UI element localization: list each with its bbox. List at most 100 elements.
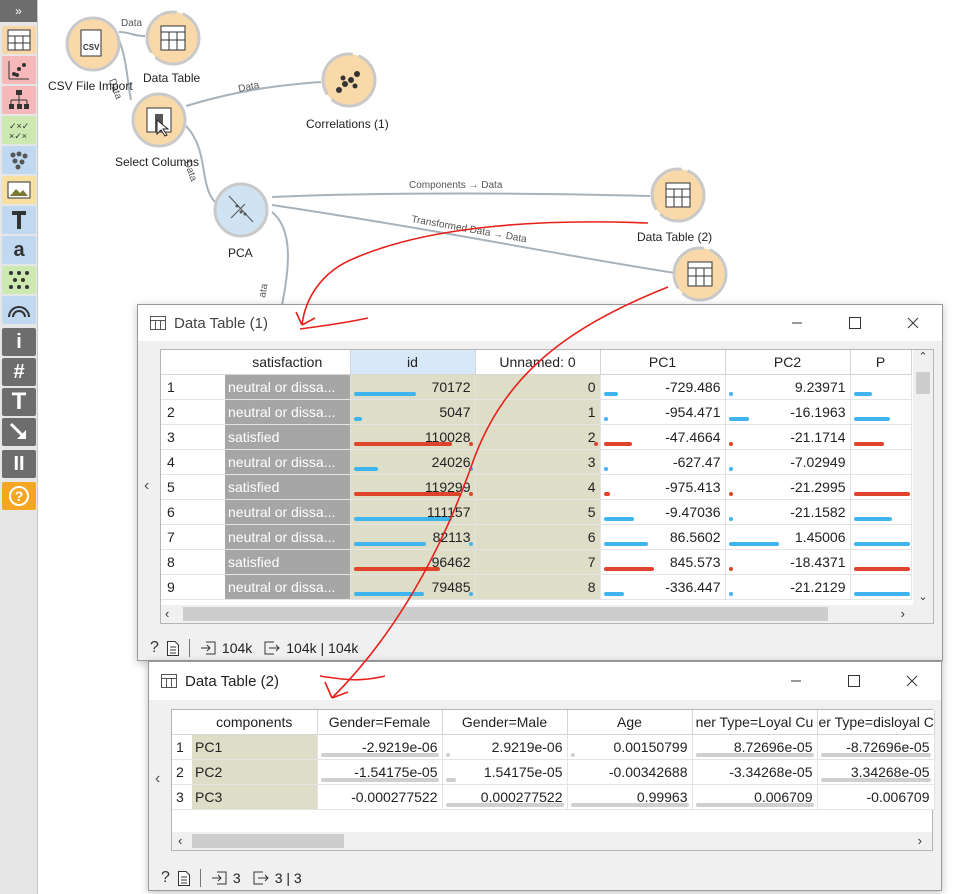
table-row[interactable]: 1 PC1 -2.9219e-06 2.9219e-06 0.00150799 … bbox=[172, 734, 935, 760]
data-table-1-titlebar[interactable]: Data Table (1) bbox=[138, 305, 942, 341]
link-label-pca-other: ata bbox=[257, 282, 270, 298]
data-table-1-window: Data Table (1) ‹ satisfaction id Unnamed… bbox=[137, 304, 943, 661]
scroll-right-icon[interactable]: › bbox=[918, 833, 922, 848]
window-table-icon bbox=[161, 674, 177, 688]
horizontal-scroll-thumb[interactable] bbox=[192, 834, 344, 848]
table-row[interactable]: 5 satisfied 119299 4 -975.413 -21.2995 bbox=[161, 474, 912, 500]
col-header[interactable]: id bbox=[350, 350, 476, 375]
network-icon[interactable] bbox=[2, 266, 36, 294]
word-icon[interactable]: a bbox=[2, 236, 36, 264]
data-table-2-titlebar[interactable]: Data Table (2) bbox=[149, 662, 941, 700]
scroll-down-icon[interactable]: ⌄ bbox=[913, 590, 933, 603]
data-grid[interactable]: components Gender=Female Gender=Male Age… bbox=[171, 709, 935, 851]
col-header[interactable]: PC2 bbox=[725, 350, 851, 375]
arrow-tool-icon[interactable] bbox=[2, 418, 36, 446]
close-button[interactable] bbox=[883, 662, 941, 700]
node-correlations bbox=[321, 52, 377, 108]
data-grid[interactable]: satisfaction id Unnamed: 0 PC1 PC2 P 1 n… bbox=[160, 349, 934, 624]
svg-text:✓×✓: ✓×✓ bbox=[9, 121, 29, 131]
col-header[interactable]: PC1 bbox=[600, 350, 726, 375]
data-table-icon[interactable] bbox=[2, 26, 36, 54]
data-table: satisfaction id Unnamed: 0 PC1 PC2 P 1 n… bbox=[161, 350, 912, 600]
image-icon[interactable] bbox=[2, 176, 36, 204]
tree-icon[interactable] bbox=[2, 86, 36, 114]
minimize-button[interactable] bbox=[767, 662, 825, 700]
scroll-up-icon[interactable]: ⌃ bbox=[913, 350, 933, 363]
maximize-button[interactable] bbox=[826, 305, 884, 341]
table-row[interactable]: 2 neutral or dissa... 5047 1 -954.471 -1… bbox=[161, 399, 912, 425]
col-header[interactable]: satisfaction bbox=[225, 350, 351, 375]
table-row[interactable]: 8 satisfied 96462 7 845.573 -18.4371 bbox=[161, 549, 912, 575]
status-bar: ? 104k 104k | 104k bbox=[150, 635, 942, 661]
window-title: Data Table (1) bbox=[174, 314, 268, 332]
node-data-table bbox=[145, 10, 201, 66]
hash-icon[interactable]: # bbox=[2, 358, 36, 386]
text-icon[interactable] bbox=[2, 206, 36, 234]
col-header[interactable]: ner Type=Loyal Cu bbox=[692, 710, 818, 735]
col-header[interactable]: Gender=Female bbox=[317, 710, 443, 735]
scatter-plot-icon[interactable] bbox=[2, 56, 36, 84]
link-label-csv-dt: Data bbox=[121, 18, 143, 29]
horizontal-scroll-thumb[interactable] bbox=[183, 607, 828, 621]
info-icon[interactable]: i bbox=[2, 328, 36, 356]
node-data-table-1 bbox=[672, 246, 728, 302]
help-icon[interactable]: ? bbox=[150, 639, 159, 657]
widget-toolbox: » ✓×✓ ×✓× a i # T II ? bbox=[0, 0, 38, 894]
node-label-select-columns: Select Columns bbox=[115, 155, 200, 169]
table-row[interactable]: 7 neutral or dissa... 82113 6 86.5602 1.… bbox=[161, 524, 912, 550]
scroll-right-icon[interactable]: › bbox=[901, 606, 905, 621]
node-label-csv: CSV File Import bbox=[48, 79, 133, 93]
node-label-pca: PCA bbox=[228, 246, 253, 260]
svg-text:CSV: CSV bbox=[83, 43, 100, 52]
node-label-data-table: Data Table bbox=[143, 71, 201, 85]
rainbow-icon[interactable] bbox=[2, 296, 36, 324]
scroll-left-icon[interactable]: ‹ bbox=[178, 833, 182, 848]
data-table-2-window: Data Table (2) ‹ components Gender=Femal… bbox=[148, 661, 942, 891]
collapse-panel-icon[interactable]: ‹ bbox=[144, 477, 149, 495]
output-icon bbox=[253, 871, 269, 885]
output-icon bbox=[264, 641, 280, 655]
cluster-icon[interactable] bbox=[2, 146, 36, 174]
table-row[interactable]: 9 neutral or dissa... 79485 8 -336.447 -… bbox=[161, 574, 912, 600]
close-button[interactable] bbox=[884, 305, 942, 341]
window-title: Data Table (2) bbox=[185, 672, 279, 690]
table-row[interactable]: 6 neutral or dissa... 111157 5 -9.47036 … bbox=[161, 499, 912, 525]
table-row[interactable]: 2 PC2 -1.54175e-05 1.54175e-05 -0.003426… bbox=[172, 759, 935, 785]
data-table: components Gender=Female Gender=Male Age… bbox=[172, 710, 935, 810]
col-header[interactable]: Unnamed: 0 bbox=[475, 350, 601, 375]
confusion-matrix-icon[interactable]: ✓×✓ ×✓× bbox=[2, 116, 36, 144]
horizontal-scrollbar[interactable]: ‹ › bbox=[161, 605, 933, 623]
col-header[interactable]: components bbox=[192, 710, 318, 735]
status-bar: ? 3 3 | 3 bbox=[161, 865, 941, 891]
node-label-data-table-2: Data Table (2) bbox=[637, 230, 713, 244]
col-header[interactable]: Gender=Male bbox=[442, 710, 568, 735]
report-icon[interactable] bbox=[177, 870, 190, 886]
text-tool-icon[interactable]: T bbox=[2, 388, 36, 416]
link-csv-datatable bbox=[118, 31, 146, 37]
horizontal-scrollbar[interactable]: ‹ › bbox=[172, 832, 932, 850]
col-header[interactable]: er Type=disloyal C bbox=[817, 710, 935, 735]
col-header[interactable]: Age bbox=[567, 710, 693, 735]
minimize-button[interactable] bbox=[768, 305, 826, 341]
toolbox-expand-button[interactable]: » bbox=[0, 0, 37, 22]
table-row[interactable]: 3 PC3 -0.000277522 0.000277522 0.99963 0… bbox=[172, 784, 935, 810]
link-pca-components bbox=[271, 192, 651, 198]
output-count: 104k | 104k bbox=[286, 640, 359, 656]
scroll-left-icon[interactable]: ‹ bbox=[165, 606, 169, 621]
input-icon bbox=[200, 641, 216, 655]
node-data-table-2 bbox=[650, 167, 706, 223]
vertical-scrollbar[interactable]: ⌃ ⌄ bbox=[913, 350, 933, 605]
table-row[interactable]: 4 neutral or dissa... 24026 3 -627.47 -7… bbox=[161, 449, 912, 475]
help-icon[interactable]: ? bbox=[161, 869, 170, 887]
table-row[interactable]: 1 neutral or dissa... 70172 0 -729.486 9… bbox=[161, 374, 912, 400]
link-pca-transformed bbox=[271, 204, 676, 274]
table-row[interactable]: 3 satisfied 110028 2 -47.4664 -21.1714 bbox=[161, 424, 912, 450]
pause-icon[interactable]: II bbox=[2, 450, 36, 478]
help-icon[interactable]: ? bbox=[2, 482, 36, 510]
collapse-panel-icon[interactable]: ‹ bbox=[155, 770, 160, 788]
report-icon[interactable] bbox=[166, 640, 179, 656]
header-row: components Gender=Female Gender=Male Age… bbox=[172, 710, 935, 735]
maximize-button[interactable] bbox=[825, 662, 883, 700]
col-header[interactable]: P bbox=[850, 350, 912, 375]
link-label-pca-components: Components → Data bbox=[409, 180, 503, 191]
